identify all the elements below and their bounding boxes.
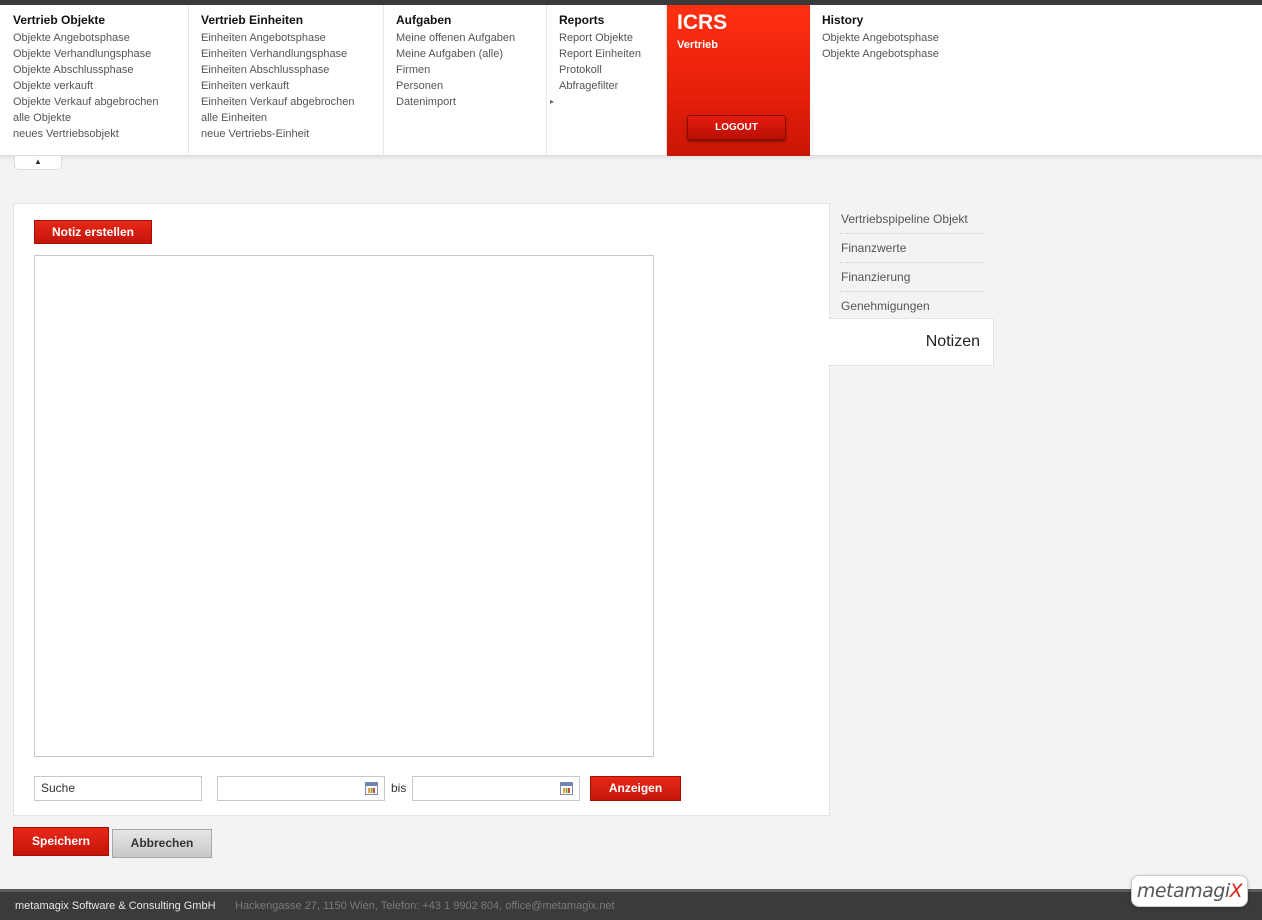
- menu-column-title: Reports: [559, 13, 605, 27]
- menu-item[interactable]: Report Objekte: [559, 30, 666, 46]
- arrow-up-icon: ▲: [34, 157, 42, 166]
- menu-item[interactable]: Objekte Abschlussphase: [13, 62, 188, 78]
- menu-item[interactable]: alle Objekte: [13, 110, 188, 126]
- menu-item[interactable]: Objekte Angebotsphase: [822, 30, 1010, 46]
- brand-title: ICRS: [677, 11, 728, 34]
- menu-item[interactable]: Einheiten Verkauf abgebrochen: [201, 94, 383, 110]
- footer-company: metamagix Software & Consulting GmbH: [15, 900, 216, 912]
- logo-accent: X: [1229, 880, 1243, 902]
- calendar-icon[interactable]: [365, 782, 378, 795]
- side-nav-item-notizen-active[interactable]: Notizen: [829, 318, 994, 366]
- brand-panel: ICRS Vertrieb LOGOUT: [667, 5, 810, 156]
- create-note-button[interactable]: Notiz erstellen: [34, 220, 152, 244]
- menu-item[interactable]: Einheiten verkauft: [201, 78, 383, 94]
- bis-label: bis: [391, 781, 407, 795]
- menu-column-aufgaben: Aufgaben Meine offenen Aufgaben Meine Au…: [384, 5, 554, 156]
- menu-item[interactable]: alle Einheiten: [201, 110, 383, 126]
- menu-item[interactable]: Objekte Angebotsphase: [13, 30, 188, 46]
- cancel-button[interactable]: Abbrechen: [112, 829, 212, 858]
- menu-item-datenimport[interactable]: Datenimport ▸: [396, 94, 554, 110]
- footer: metamagix Software & Consulting GmbH Hac…: [0, 889, 1262, 920]
- side-nav: Vertriebspipeline Objekt Finanzwerte Fin…: [840, 205, 984, 321]
- footer-address: Hackengasse 27, 1150 Wien, Telefon: +43 …: [235, 900, 615, 912]
- side-nav-item-finanzierung[interactable]: Finanzierung: [840, 263, 984, 292]
- collapse-menu-button[interactable]: ▲: [14, 156, 62, 170]
- menu-column-title: Vertrieb Einheiten: [201, 13, 304, 27]
- menu-item[interactable]: Meine Aufgaben (alle): [396, 46, 546, 62]
- menu-item[interactable]: neues Vertriebsobjekt: [13, 126, 188, 142]
- metamagix-logo[interactable]: metamagiX: [1131, 875, 1248, 907]
- show-button[interactable]: Anzeigen: [590, 776, 681, 801]
- brand-subtitle: Vertrieb: [677, 39, 718, 51]
- calendar-icon[interactable]: [560, 782, 573, 795]
- menu-column-vertrieb-einheiten: Vertrieb Einheiten Einheiten Angebotspha…: [189, 5, 384, 156]
- date-from-field[interactable]: [217, 776, 385, 801]
- notes-panel: Notiz erstellen Suche bis Anzeigen: [13, 203, 830, 816]
- menu-column-history: History Objekte Angebotsphase Objekte An…: [810, 5, 1010, 156]
- menu-item[interactable]: Firmen: [396, 62, 546, 78]
- notes-list[interactable]: [34, 255, 654, 757]
- menu-column-reports: Reports Report Objekte Report Einheiten …: [547, 5, 667, 156]
- menu-item[interactable]: Objekte Verkauf abgebrochen: [13, 94, 188, 110]
- menu-item[interactable]: neue Vertriebs-Einheit: [201, 126, 383, 142]
- menu-column-title: Vertrieb Objekte: [13, 13, 106, 27]
- logo-text: metamagi: [1136, 880, 1230, 902]
- menu-item[interactable]: Einheiten Verhandlungsphase: [201, 46, 383, 62]
- menu-item-label: Datenimport: [396, 96, 456, 108]
- side-nav-item-vertriebspipeline[interactable]: Vertriebspipeline Objekt: [840, 205, 984, 234]
- menu-item[interactable]: Protokoll: [559, 62, 666, 78]
- menu-item[interactable]: Objekte Angebotsphase: [822, 46, 1010, 62]
- logout-button[interactable]: LOGOUT: [687, 115, 786, 140]
- save-button[interactable]: Speichern: [13, 827, 109, 856]
- menu-column-title: Aufgaben: [396, 13, 452, 27]
- menu-item[interactable]: Objekte verkauft: [13, 78, 188, 94]
- menu-column-title: History: [822, 13, 864, 27]
- menu-item[interactable]: Einheiten Angebotsphase: [201, 30, 383, 46]
- menu-item[interactable]: Abfragefilter: [559, 78, 666, 94]
- side-nav-item-finanzwerte[interactable]: Finanzwerte: [840, 234, 984, 263]
- menu-item[interactable]: Einheiten Abschlussphase: [201, 62, 383, 78]
- side-nav-item-genehmigungen[interactable]: Genehmigungen: [840, 292, 984, 321]
- menu-item[interactable]: Meine offenen Aufgaben: [396, 30, 546, 46]
- menu-item[interactable]: Report Einheiten: [559, 46, 666, 62]
- menu-item[interactable]: Objekte Verhandlungsphase: [13, 46, 188, 62]
- mega-menu: Vertrieb Objekte Objekte Angebotsphase O…: [0, 5, 1262, 170]
- search-input[interactable]: Suche: [34, 776, 202, 801]
- menu-item[interactable]: Personen: [396, 78, 546, 94]
- date-to-field[interactable]: [412, 776, 580, 801]
- menu-column-vertrieb-objekte: Vertrieb Objekte Objekte Angebotsphase O…: [0, 5, 189, 156]
